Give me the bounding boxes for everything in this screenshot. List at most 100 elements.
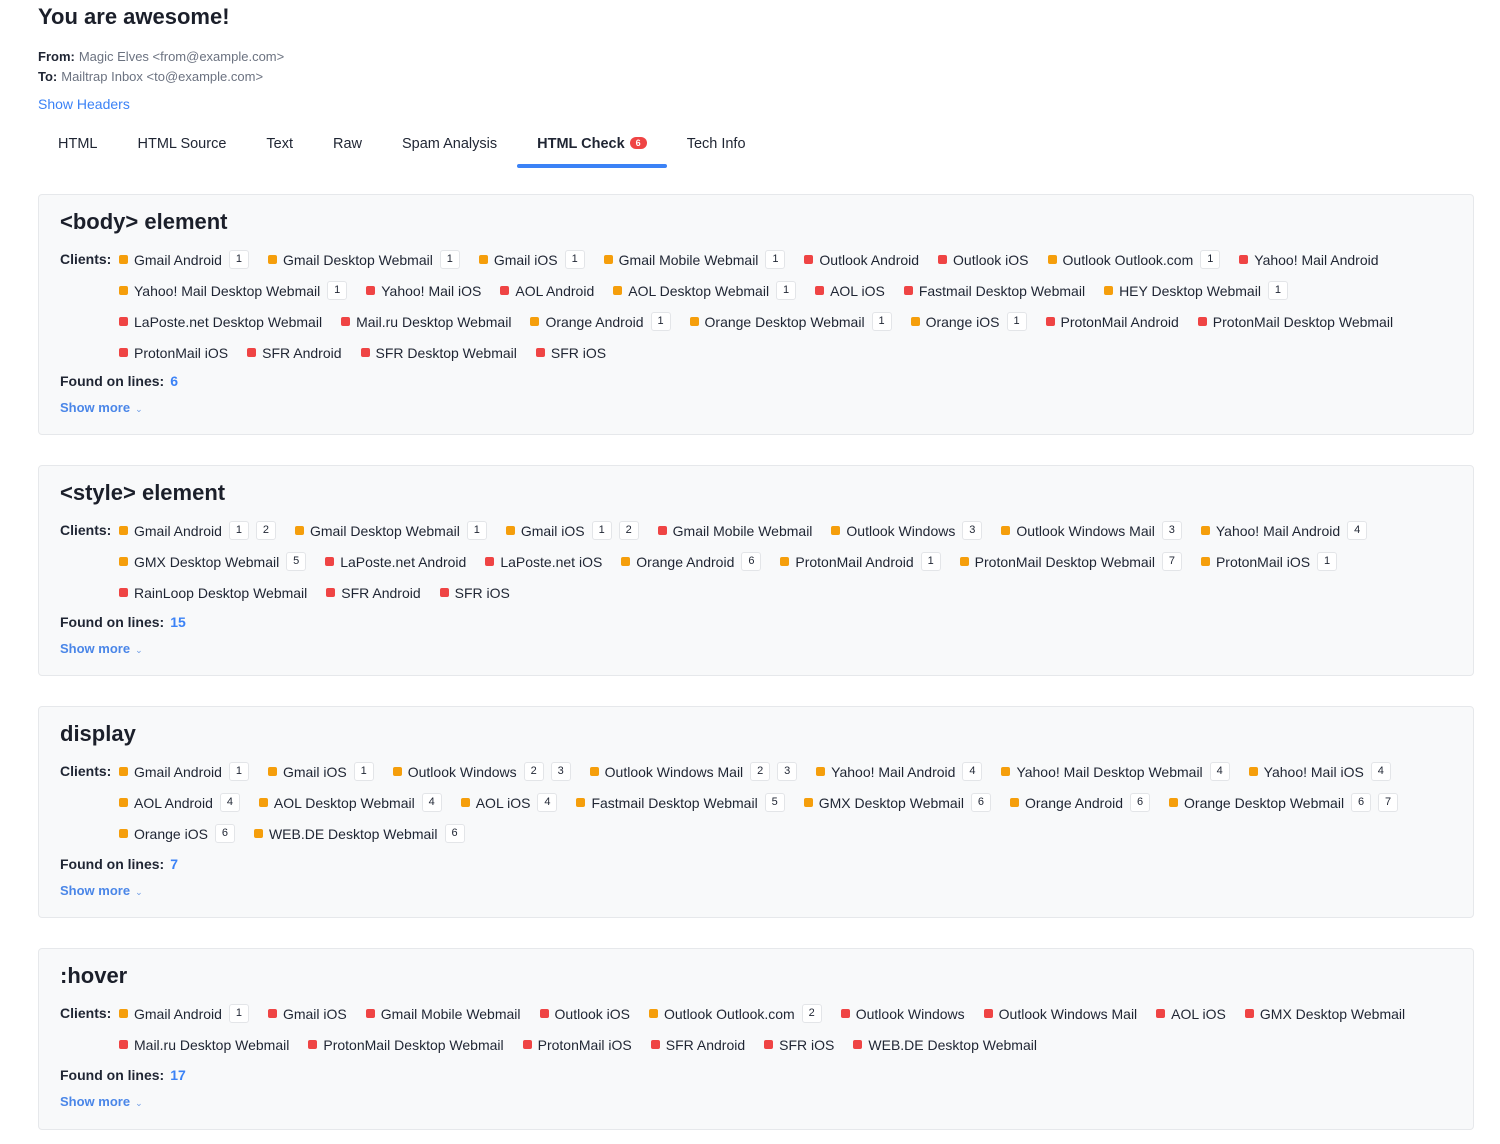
note-badge[interactable]: 2: [750, 762, 771, 781]
note-badge[interactable]: 1: [228, 1004, 249, 1023]
note-badge[interactable]: 5: [764, 793, 785, 812]
note-badge[interactable]: 4: [1347, 521, 1368, 540]
note-badge[interactable]: 4: [1370, 762, 1391, 781]
tab-html[interactable]: HTML: [38, 128, 117, 168]
note-badge[interactable]: 1: [1317, 552, 1338, 571]
client-name: Gmail Desktop Webmail: [309, 522, 460, 539]
client-chip: ProtonMail Desktop Webmail: [308, 1033, 504, 1056]
note-badge[interactable]: 2: [801, 1004, 822, 1023]
note-badge[interactable]: 5: [286, 552, 307, 571]
note-badge[interactable]: 1: [1200, 250, 1221, 269]
check-panel-style-element: <style> element Clients: Gmail Android 1 2…: [38, 465, 1474, 676]
client-chip: Mail.ru Desktop Webmail: [119, 1033, 289, 1056]
note-badge[interactable]: 1: [650, 312, 671, 331]
note-badge[interactable]: 4: [1209, 762, 1230, 781]
client-chip: SFR Android: [326, 581, 421, 604]
found-label: Found on lines:: [60, 1067, 165, 1083]
note-badge[interactable]: 4: [537, 793, 558, 812]
unsupported-status-icon: [1197, 317, 1207, 326]
client-chip: Gmail iOS 1: [478, 248, 585, 271]
note-badge[interactable]: 1: [228, 250, 249, 269]
note-badge[interactable]: 1: [1006, 312, 1027, 331]
found-label: Found on lines:: [60, 856, 165, 872]
client-chip: AOL Desktop Webmail 4: [258, 791, 442, 814]
note-badge[interactable]: 6: [1130, 793, 1151, 812]
note-badge[interactable]: 6: [444, 824, 465, 843]
note-badge[interactable]: 1: [564, 250, 585, 269]
partial-support-status-icon: [267, 255, 277, 264]
client-name: ProtonMail Desktop Webmail: [1212, 313, 1394, 330]
line-number-link[interactable]: 17: [170, 1067, 186, 1083]
note-badge[interactable]: 1: [1267, 281, 1288, 300]
note-badge[interactable]: 3: [962, 521, 983, 540]
email-preview-page: You are awesome! From: Magic Elves <from@…: [0, 0, 1500, 1144]
tab-raw[interactable]: Raw: [313, 128, 382, 168]
note-badge[interactable]: 1: [776, 281, 797, 300]
note-badge[interactable]: 1: [228, 762, 249, 781]
client-chip: ProtonMail Android 1: [780, 550, 941, 573]
line-number-link[interactable]: 6: [170, 373, 178, 389]
tab-html-source[interactable]: HTML Source: [117, 128, 246, 168]
found-label: Found on lines:: [60, 373, 165, 389]
note-badge[interactable]: 6: [214, 824, 235, 843]
client-name: Yahoo! Mail Android: [1215, 522, 1341, 539]
tab-tech-info[interactable]: Tech Info: [667, 128, 766, 168]
client-chip: ProtonMail iOS 1: [1200, 550, 1338, 573]
client-chip: ProtonMail iOS: [522, 1033, 632, 1056]
line-number-link[interactable]: 15: [170, 614, 186, 630]
client-name: ProtonMail Desktop Webmail: [974, 553, 1155, 570]
note-badge[interactable]: 1: [920, 552, 941, 571]
note-badge[interactable]: 2: [523, 762, 544, 781]
partial-support-status-icon: [119, 557, 128, 566]
tab-label: Spam Analysis: [402, 136, 498, 152]
note-badge[interactable]: 1: [765, 250, 786, 269]
note-badge[interactable]: 1: [353, 762, 374, 781]
unsupported-status-icon: [657, 526, 667, 535]
note-badge[interactable]: 7: [1378, 793, 1399, 812]
note-badge[interactable]: 4: [421, 793, 442, 812]
note-badge[interactable]: 1: [591, 521, 612, 540]
note-badge[interactable]: 3: [1161, 521, 1182, 540]
note-badge[interactable]: 3: [777, 762, 798, 781]
note-badge[interactable]: 7: [1161, 552, 1182, 571]
show-headers-link[interactable]: Show Headers: [38, 96, 130, 112]
show-more-button[interactable]: Show more ⌄: [60, 641, 143, 656]
note-badge[interactable]: 2: [255, 521, 276, 540]
note-badge[interactable]: 1: [228, 521, 249, 540]
note-badge[interactable]: 1: [466, 521, 487, 540]
tab-text[interactable]: Text: [246, 128, 313, 168]
note-badge[interactable]: 1: [327, 281, 348, 300]
partial-support-status-icon: [1169, 798, 1179, 807]
partial-support-status-icon: [294, 526, 304, 535]
show-more-button[interactable]: Show more ⌄: [60, 400, 143, 415]
show-more-label: Show more: [60, 400, 131, 415]
client-chip: Fastmail Desktop Webmail 5: [576, 791, 785, 814]
client-chip: Orange Desktop Webmail 1: [689, 310, 892, 333]
client-name: Gmail Mobile Webmail: [672, 522, 813, 539]
client-name: Outlook Windows Mail: [1016, 522, 1155, 539]
check-title: <style> element: [60, 480, 226, 505]
client-chip: SFR iOS: [535, 341, 606, 364]
tab-spam-analysis[interactable]: Spam Analysis: [382, 128, 517, 168]
client-name: AOL iOS: [830, 282, 885, 299]
note-badge[interactable]: 4: [219, 793, 240, 812]
client-name: Gmail Android: [134, 522, 222, 539]
note-badge[interactable]: 6: [970, 793, 991, 812]
client-chip: GMX Desktop Webmail 5: [119, 550, 307, 573]
note-badge[interactable]: 2: [618, 521, 639, 540]
show-more-button[interactable]: Show more ⌄: [60, 883, 143, 898]
tab-html-check[interactable]: HTML Check 6: [517, 128, 667, 168]
note-badge[interactable]: 6: [741, 552, 762, 571]
line-number-link[interactable]: 7: [170, 856, 178, 872]
client-name: WEB.DE Desktop Webmail: [868, 1036, 1037, 1053]
note-badge[interactable]: 1: [871, 312, 892, 331]
show-more-button[interactable]: Show more ⌄: [60, 1094, 143, 1109]
to-label: To:: [38, 69, 58, 84]
note-badge[interactable]: 3: [550, 762, 571, 781]
note-badge[interactable]: 1: [439, 250, 460, 269]
note-badge[interactable]: 4: [962, 762, 983, 781]
client-name: Orange Android: [545, 313, 644, 330]
unsupported-status-icon: [539, 1009, 549, 1018]
note-badge[interactable]: 6: [1351, 793, 1372, 812]
unsupported-status-icon: [119, 348, 128, 357]
